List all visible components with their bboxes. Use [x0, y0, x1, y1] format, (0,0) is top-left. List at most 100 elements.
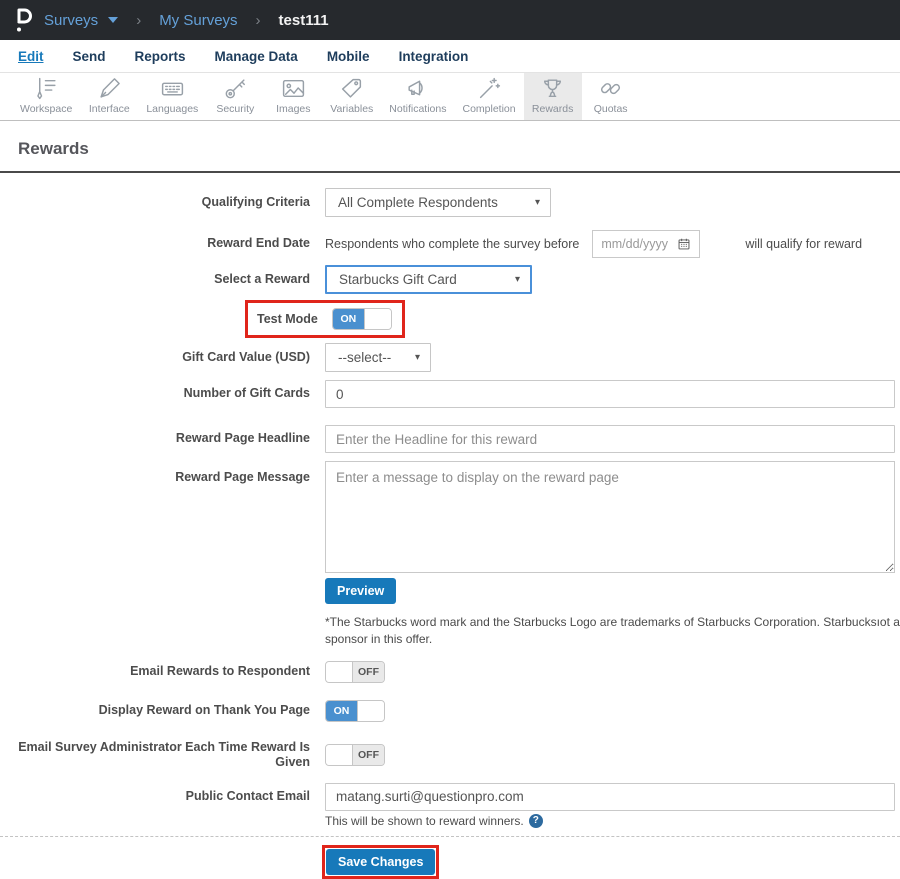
- variables-icon: [342, 78, 362, 98]
- toolbar-item-label: Notifications: [389, 103, 447, 115]
- select-reward-select[interactable]: Starbucks Gift Card ▾: [325, 265, 532, 294]
- select-reward-value: Starbucks Gift Card: [339, 272, 457, 287]
- display-reward-label: Display Reward on Thank You Page: [98, 702, 310, 717]
- help-icon[interactable]: ?: [528, 813, 543, 828]
- breadcrumb-surveys-label: Surveys: [44, 11, 99, 29]
- toggle-state-label: OFF: [353, 661, 384, 682]
- display-reward-row: Display Reward on Thank You Page ON: [0, 699, 900, 722]
- toggle-knob: [363, 309, 391, 329]
- headline-label: Reward Page Headline: [175, 431, 310, 446]
- reward-end-date-label: Reward End Date: [207, 236, 310, 251]
- dropdown-caret-icon: ▾: [514, 274, 520, 285]
- disclaimer-row: *The Starbucks word mark and the Starbuc…: [0, 614, 900, 648]
- qualifying-criteria-row: Qualifying Criteria All Complete Respond…: [0, 188, 900, 217]
- toolbar-item-label: Images: [276, 103, 311, 115]
- test-mode-toggle[interactable]: ON: [331, 308, 392, 330]
- completion-icon: [479, 77, 500, 99]
- reward-end-date-row: Reward End Date Respondents who complete…: [0, 230, 900, 258]
- breadcrumb-surveys[interactable]: Surveys: [44, 11, 119, 29]
- toolbar-item-label: Workspace: [20, 103, 73, 115]
- toolbar-item-interface[interactable]: Interface: [80, 73, 138, 120]
- email-rewards-label: Email Rewards to Respondent: [130, 663, 310, 678]
- reward-end-date-suffix: will qualify for reward: [745, 237, 863, 251]
- tab-reports[interactable]: Reports: [135, 45, 186, 68]
- toolbar-item-rewards[interactable]: Rewards: [523, 73, 582, 120]
- tab-integration[interactable]: Integration: [399, 45, 469, 68]
- email-admin-row: Email Survey Administrator Each Time Rew…: [0, 740, 900, 771]
- dropdown-caret-icon: ▾: [534, 197, 540, 208]
- edit-toolbar: Workspace Interface Languages Security I…: [0, 73, 900, 121]
- interface-icon: [100, 78, 120, 98]
- toolbar-item-label: Interface: [88, 103, 130, 115]
- select-reward-label: Select a Reward: [214, 271, 310, 286]
- breadcrumb-separator: ›: [255, 11, 261, 29]
- gift-card-value-row: Gift Card Value (USD) --select-- ▾: [0, 343, 900, 372]
- toolbar-item-languages[interactable]: Languages: [138, 73, 206, 120]
- public-email-input[interactable]: [325, 782, 895, 811]
- toggle-state-label: ON: [332, 309, 364, 329]
- email-admin-toggle[interactable]: OFF: [325, 744, 385, 767]
- tab-manage-data[interactable]: Manage Data: [215, 45, 298, 68]
- footer-divider: [0, 835, 900, 837]
- topbar: Surveys › My Surveys › test111: [0, 0, 900, 40]
- toolbar-item-quotas[interactable]: Quotas: [582, 73, 640, 120]
- test-mode-row: Test Mode ON: [0, 300, 900, 338]
- toolbar-item-images[interactable]: Images: [264, 73, 322, 120]
- message-label: Reward Page Message: [175, 470, 310, 484]
- test-mode-label: Test Mode: [257, 312, 318, 326]
- rewards-form: Qualifying Criteria All Complete Respond…: [0, 173, 900, 879]
- toolbar-item-variables[interactable]: Variables: [322, 73, 381, 120]
- toggle-knob: [357, 700, 384, 721]
- select-reward-row: Select a Reward Starbucks Gift Card ▾: [0, 265, 900, 294]
- rewards-icon: [544, 79, 562, 98]
- tab-send[interactable]: Send: [73, 45, 106, 68]
- qualifying-criteria-value: All Complete Respondents: [338, 195, 498, 210]
- gift-card-value-select[interactable]: --select-- ▾: [325, 343, 431, 372]
- preview-button[interactable]: Preview: [325, 578, 397, 604]
- gift-card-value-value: --select--: [338, 350, 392, 365]
- dropdown-caret-icon: ▾: [414, 352, 420, 363]
- breadcrumb-separator: ›: [136, 11, 142, 29]
- display-reward-toggle[interactable]: ON: [325, 699, 385, 722]
- headline-input[interactable]: [325, 425, 895, 453]
- questionpro-logo-icon[interactable]: [12, 7, 34, 33]
- toolbar-item-notifications[interactable]: Notifications: [381, 73, 454, 120]
- public-email-helper-text: This will be shown to reward winners.: [325, 813, 524, 828]
- security-icon: [225, 79, 245, 99]
- gift-card-value-label: Gift Card Value (USD): [182, 349, 310, 364]
- breadcrumb-survey-name: test111: [278, 11, 329, 29]
- tab-edit[interactable]: Edit: [18, 45, 44, 68]
- toolbar-item-label: Security: [216, 103, 255, 115]
- page-header: Rewards: [0, 121, 900, 171]
- toolbar-item-label: Quotas: [593, 103, 628, 115]
- tab-mobile[interactable]: Mobile: [327, 45, 370, 68]
- toolbar-item-label: Completion: [462, 103, 516, 115]
- notifications-icon: [408, 80, 424, 96]
- public-email-row: Public Contact Email: [0, 782, 900, 811]
- workspace-icon: [36, 77, 56, 100]
- message-textarea[interactable]: [325, 461, 895, 573]
- email-rewards-toggle[interactable]: OFF: [325, 660, 385, 683]
- reward-end-date-input[interactable]: mm/dd/yyyy: [592, 230, 701, 258]
- public-email-helper-row: This will be shown to reward winners. ?: [0, 813, 900, 828]
- qualifying-criteria-select[interactable]: All Complete Respondents ▾: [325, 188, 551, 217]
- num-gift-cards-row: Number of Gift Cards: [0, 380, 900, 408]
- num-gift-cards-label: Number of Gift Cards: [183, 386, 310, 401]
- toolbar-item-workspace[interactable]: Workspace: [12, 73, 80, 120]
- languages-icon: [161, 82, 183, 96]
- toolbar-item-security[interactable]: Security: [206, 73, 264, 120]
- toolbar-item-label: Rewards: [531, 103, 574, 115]
- toolbar-item-completion[interactable]: Completion: [455, 73, 524, 120]
- starbucks-disclaimer: *The Starbucks word mark and the Starbuc…: [325, 615, 900, 646]
- breadcrumb-my-surveys[interactable]: My Surveys: [159, 12, 237, 29]
- images-icon: [282, 79, 304, 98]
- reward-end-date-prefix: Respondents who complete the survey befo…: [325, 237, 580, 251]
- chevron-down-icon: [108, 17, 119, 23]
- page-title: Rewards: [18, 139, 89, 158]
- toolbar-item-label: Languages: [146, 103, 199, 115]
- calendar-icon[interactable]: [677, 237, 691, 251]
- num-gift-cards-input[interactable]: [325, 380, 895, 408]
- toggle-knob: [326, 745, 353, 766]
- save-changes-button[interactable]: Save Changes: [326, 848, 436, 875]
- toolbar-item-label: Variables: [330, 103, 374, 115]
